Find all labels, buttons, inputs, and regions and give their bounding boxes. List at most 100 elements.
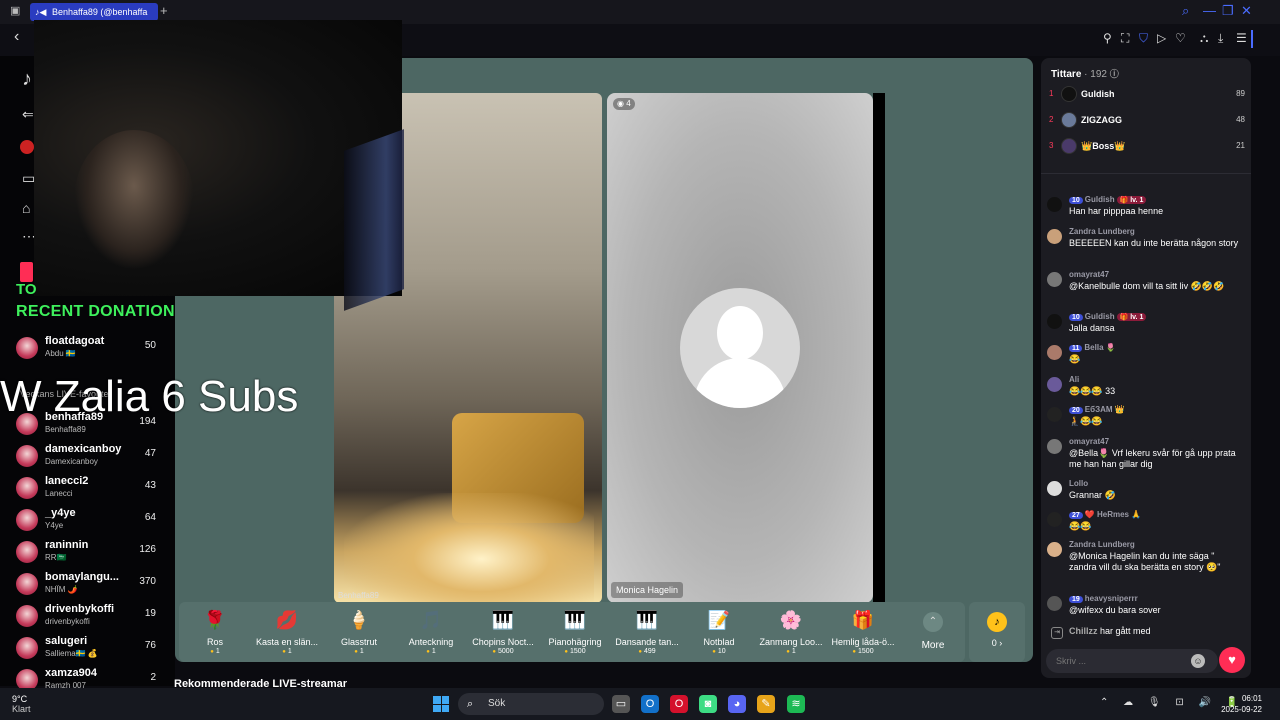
avatar [1061,112,1077,128]
shield-icon[interactable]: ⛉ [1139,31,1148,46]
gift-label: Hemlig låda-ö... [831,637,895,647]
avatar [16,637,38,659]
username: bomaylangu... [45,571,119,583]
profile-avatar-icon[interactable] [20,140,34,154]
more-gifts-button[interactable]: ⌃ More [913,612,953,658]
gift-item[interactable]: 🌹 Ros1 [179,608,251,660]
gift-icon: 🎁 [851,610,875,630]
back-button[interactable]: ‹ [14,28,19,46]
like-heart-button[interactable]: ♥ [1219,647,1245,673]
author-name: Guldish [1084,312,1115,321]
editor-app-icon[interactable]: ✎ [757,695,775,713]
leaderboard-row[interactable]: damexicanboy Damexicanboy 47 [16,442,160,472]
viewer-name: ZIGZAGG [1081,115,1122,125]
start-button[interactable] [433,696,449,712]
outlook-app-icon[interactable]: O [641,695,659,713]
emoji-icon[interactable]: ☺ [1191,654,1205,668]
heart-icon[interactable]: ♡ [1175,31,1186,45]
leaderboard-row[interactable]: bomaylangu... NHÏM 🌶️ 370 [16,570,160,600]
leaderboard-row[interactable]: salugeri Salliema🇸🇪 💰 76 [16,634,160,664]
new-tab-button[interactable]: + [160,3,168,18]
author-name: Zandra Lundberg [1069,540,1135,549]
avatar [1047,272,1062,287]
username: drivenbykoffi [45,603,115,615]
top-viewer-row[interactable]: 1 Guldish 89 [1049,85,1245,105]
message-author: Lollo [1069,479,1088,488]
menu-icon[interactable]: ☰ [1236,31,1247,45]
message-author: Zandra Lundberg [1069,227,1135,236]
join-notice: ⇥ Chillzz har gått med [1051,626,1151,639]
gift-icon: 🎹 [563,610,587,630]
gift-item[interactable]: 🎹 Chopins Noct...5000 [467,608,539,660]
top-viewer-row[interactable]: 3 👑Boss👑 21 [1049,137,1245,157]
author-name: Bella 🌷 [1084,343,1116,352]
files-app-icon[interactable]: ▭ [612,695,630,713]
score: 43 [144,480,156,491]
score: 126 [139,544,156,555]
gift-label: Zanmang Loo... [759,637,823,647]
gift-item[interactable]: 🎹 Dansande tan...499 [611,608,683,660]
discord-app-icon[interactable]: ◕ [728,695,746,713]
username: xamza904 [45,667,97,679]
clock[interactable]: 06:01 2025-09-22 [1221,693,1262,715]
gift-item[interactable]: 🍦 Glasstrut1 [323,608,395,660]
android-app-icon[interactable]: ◙ [699,695,717,713]
leaderboard-row[interactable]: _y4ye Y4ye 64 [16,506,160,536]
gift-item[interactable]: 🌸 Zanmang Loo...1 [755,608,827,660]
leaderboard-row[interactable]: raninnin RR🇸🇦 126 [16,538,160,568]
user-icon[interactable]: ⛬ [1200,31,1208,46]
gift-label: Pianohägring [548,637,602,647]
video-frame-edge [873,93,885,603]
level-badge: 11 [1069,345,1083,352]
spotify-app-icon[interactable]: ≋ [787,695,805,713]
avatar [16,509,38,531]
video-feed-guest[interactable]: ◉ 4 Monica Hagelin [607,93,873,603]
gift-item[interactable]: 🎹 Pianohägring1500 [539,608,611,660]
coin-balance-button[interactable]: ♪ 0 › [969,602,1025,662]
sidebar-indicator [1251,30,1253,48]
home-icon[interactable]: ⌂ [22,200,30,216]
send-icon[interactable]: ▷ [1157,31,1166,45]
leaderboard-row[interactable]: lanecci2 Lanecci 43 [16,474,160,504]
viewer-rank: 3 [1049,141,1054,150]
search-icon[interactable]: ⌕ [1182,3,1189,19]
maximize-button[interactable]: ❐ [1222,3,1234,19]
close-button[interactable]: ✕ [1241,3,1252,19]
viewers-title[interactable]: Tittare · 192 ⓘ [1051,67,1119,80]
viewer-score: 48 [1236,115,1245,124]
arrow-left-icon[interactable]: ⇐ [22,106,34,123]
gift-item[interactable]: 💋 Kasta en slän...1 [251,608,323,660]
gift-icon: 🌸 [779,610,803,630]
gift-item[interactable]: 📝 Notblad10 [683,608,755,660]
tiktok-logo-icon[interactable]: ♪ [22,68,32,91]
opera-app-icon[interactable]: O [670,695,688,713]
level-badge: 20 [1069,407,1083,414]
score: 47 [144,448,156,459]
bookmark-icon[interactable]: ⚲ [1103,31,1112,45]
info-icon[interactable]: ⓘ [1110,69,1119,79]
tab-tiktok[interactable]: ♪◀ Benhaffa89 (@benhaffa [30,3,158,21]
gift-item[interactable]: 🎁 Hemlig låda-ö...1500 [827,608,899,660]
top-viewer-row[interactable]: 2 ZIGZAGG 48 [1049,111,1245,131]
message-author: 20 ЕбЗАМ 👑 [1069,405,1125,414]
guest-badge-count: 4 [626,99,631,108]
leaderboard-row[interactable]: drivenbykoffi drivenbykoffi 19 [16,602,160,632]
download-icon[interactable]: ⤓ [1218,31,1223,46]
message-text: 😂😂 [1069,521,1092,531]
gift-item[interactable]: 🎵 Anteckning1 [395,608,467,660]
gift-cost: 1 [323,648,395,655]
crop-icon[interactable]: ⛶ [1121,31,1129,46]
workspace-icon[interactable]: ▣ [10,4,20,17]
author-name: Guldish [1084,195,1115,204]
search-icon: ⌕ [467,698,474,710]
weather-widget[interactable]: 9°C Klart [12,694,31,714]
minimize-button[interactable]: — [1203,3,1216,18]
viewers-count: · 192 [1084,69,1107,80]
windows-taskbar: 9°C Klart ⌕ Sök ▭ O O ◙ ◕ ✎ ≋ ⌃ ☁ 🎙 ⊡ 🔊 🔋 06:0… [0,688,1280,720]
leaderboard-top-row[interactable]: floatdagoat Abdu 🇸🇪 50 [16,334,160,364]
taskbar-search[interactable]: ⌕ Sök [458,693,604,715]
leaderboard-row[interactable]: benhaffa89 Benhaffa89 194 [16,410,160,440]
viewers-label: Tittare [1051,69,1082,80]
viewer-name: Guldish [1081,89,1115,99]
gift-label: Anteckning [408,637,454,647]
